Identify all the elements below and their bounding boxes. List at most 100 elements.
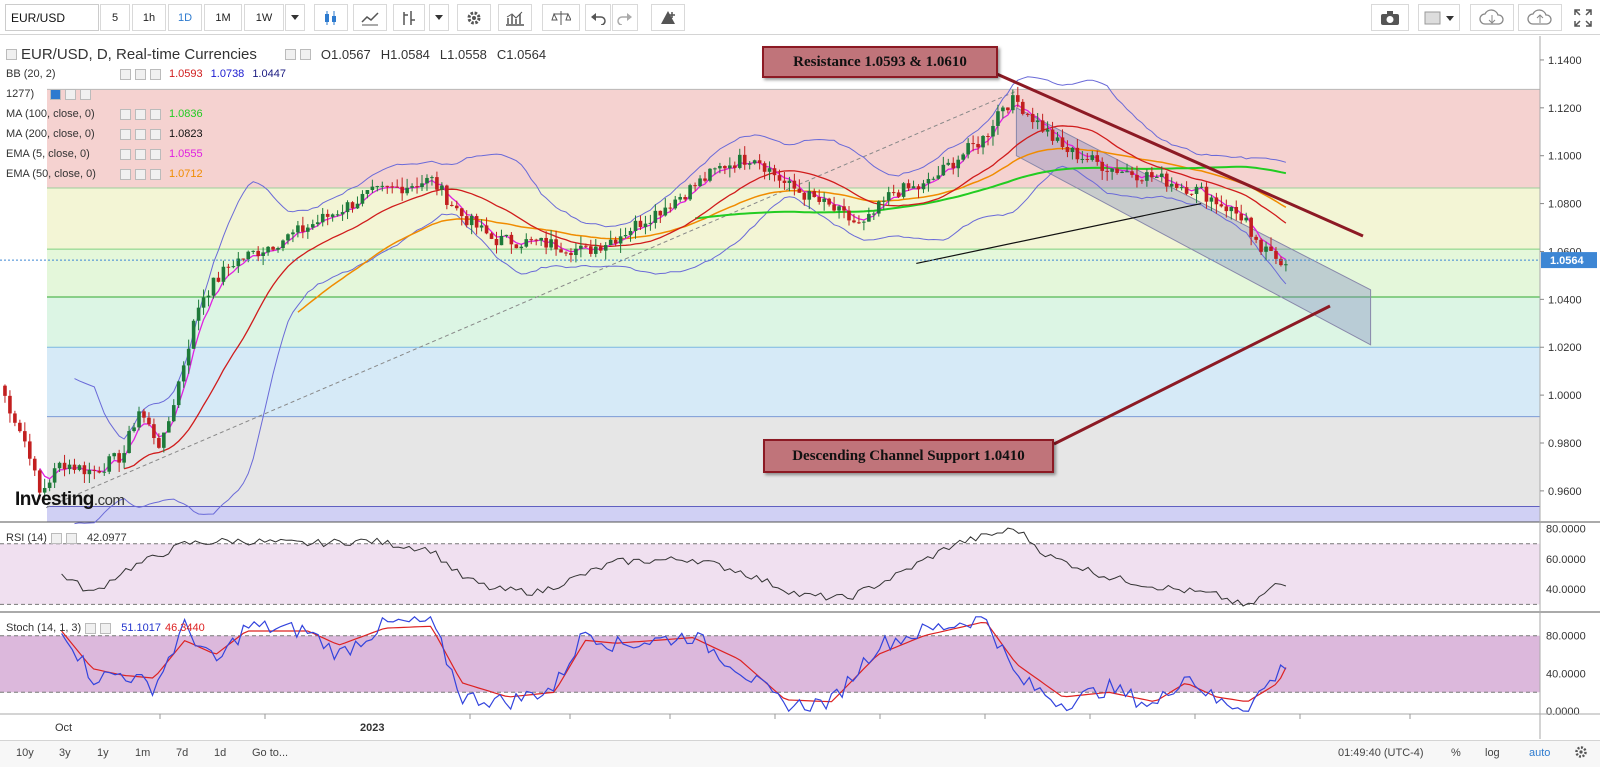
goto-button[interactable]: Go to... (252, 747, 288, 759)
settings-icon[interactable] (120, 68, 131, 80)
auto-toggle[interactable]: auto (1529, 747, 1550, 759)
range-3y[interactable]: 3y (59, 747, 71, 759)
rsi-tick-label: 60.0000 (1546, 554, 1586, 566)
candle-body (57, 462, 62, 469)
chevron-down-icon (291, 14, 299, 20)
eye-icon[interactable] (135, 128, 146, 140)
range-1m[interactable]: 1m (135, 747, 150, 759)
studies-button[interactable] (498, 4, 532, 31)
settings-icon[interactable] (120, 148, 131, 160)
interval-1d-button[interactable]: 1D (168, 4, 202, 31)
candle-body (916, 186, 921, 190)
stoch-tick-label: 0.0000 (1546, 706, 1580, 718)
candle-body (1194, 186, 1199, 194)
settings-button[interactable] (457, 4, 491, 31)
range-1y[interactable]: 1y (97, 747, 109, 759)
interval-5-button[interactable]: 5 (100, 4, 130, 31)
interval-1m-button[interactable]: 1M (204, 4, 242, 31)
interval-1w-button[interactable]: 1W (244, 4, 284, 31)
candle-body (360, 193, 365, 204)
bottom-settings-button[interactable] (1574, 745, 1588, 762)
eye-icon[interactable] (135, 168, 146, 180)
indicator-dropdown-button[interactable] (429, 4, 449, 31)
alert-button[interactable] (651, 4, 685, 31)
close-icon[interactable] (150, 148, 161, 160)
candle-body (1269, 246, 1273, 251)
price-tick-label: 0.9600 (1548, 486, 1582, 498)
settings-icon[interactable] (50, 532, 62, 544)
indicator-label: BB (20, 2) (6, 68, 56, 80)
range-1d[interactable]: 1d (214, 747, 226, 759)
range-7d[interactable]: 7d (176, 747, 188, 759)
cloud-upload-button[interactable] (1518, 4, 1562, 31)
indicator-value: 1.0447 (252, 68, 286, 80)
clock: 01:49:40 (UTC-4) (1338, 747, 1424, 759)
close-icon[interactable] (150, 68, 161, 80)
redo-button[interactable] (612, 4, 638, 31)
candle-body (137, 411, 141, 428)
candle-body (901, 183, 906, 197)
candle-body (847, 210, 851, 221)
fib-zone (47, 506, 1540, 522)
candle-body (226, 266, 231, 268)
settings-icon[interactable] (50, 88, 61, 100)
candle-body (589, 246, 593, 254)
eye-icon[interactable] (135, 148, 146, 160)
close-icon[interactable] (80, 88, 91, 100)
range-10y[interactable]: 10y (16, 747, 34, 759)
close-icon[interactable] (100, 622, 112, 634)
interval-1h-button[interactable]: 1h (132, 4, 166, 31)
close-icon[interactable] (150, 168, 161, 180)
snapshot-button[interactable] (1371, 4, 1409, 31)
indicator-value: 1.0738 (210, 68, 245, 80)
candle-body (872, 213, 876, 215)
stoch-band (0, 635, 1540, 693)
settings-icon[interactable] (284, 49, 296, 60)
close-icon[interactable] (150, 108, 161, 120)
close-icon[interactable] (150, 128, 161, 140)
rsi-tick-label: 40.0000 (1546, 584, 1586, 596)
compare-button[interactable] (542, 4, 580, 31)
candle-body (1219, 204, 1224, 207)
candle-body (554, 239, 558, 250)
chart-area[interactable]: 1.14001.12001.10001.08001.06001.04001.02… (0, 36, 1600, 739)
close-icon[interactable] (299, 49, 311, 60)
candle-body (1035, 120, 1040, 123)
log-toggle[interactable]: log (1485, 747, 1500, 759)
settings-icon[interactable] (120, 128, 131, 140)
indicator-legend-row: MA (100, close, 0) 1.0836 (6, 108, 203, 120)
support-annotation[interactable]: Descending Channel Support 1.0410 (763, 439, 1054, 473)
eye-icon[interactable] (135, 108, 146, 120)
indicator-button[interactable] (393, 4, 425, 31)
indicator-label: 1277) (6, 88, 35, 100)
color-picker-button[interactable] (1418, 4, 1460, 31)
resistance-annotation[interactable]: Resistance 1.0593 & 1.0610 (762, 46, 998, 78)
settings-icon[interactable] (120, 168, 131, 180)
close-icon[interactable] (65, 532, 77, 544)
candle-body (668, 207, 673, 209)
legend-toggle-icon[interactable] (6, 49, 17, 60)
fullscreen-button[interactable] (1568, 4, 1598, 31)
candle-body (1174, 183, 1179, 188)
candles-button[interactable] (314, 4, 348, 31)
candle-body (1020, 101, 1025, 114)
percent-toggle[interactable]: % (1451, 747, 1461, 759)
candle-body (713, 168, 717, 170)
candle-body (484, 225, 489, 234)
candle-body (330, 214, 335, 217)
line-chart-button[interactable] (353, 4, 387, 31)
undo-button[interactable] (585, 4, 611, 31)
candle-body (13, 413, 17, 423)
eye-icon[interactable] (135, 68, 146, 80)
time-tick-label: 2023 (360, 722, 384, 734)
eye-icon[interactable] (65, 88, 76, 100)
settings-icon[interactable] (120, 108, 131, 120)
candle-body (598, 246, 603, 251)
chart-svg[interactable]: 1.14001.12001.10001.08001.06001.04001.02… (0, 36, 1600, 739)
cloud-download-button[interactable] (1470, 4, 1514, 31)
symbol-input[interactable] (5, 4, 99, 31)
settings-icon[interactable] (85, 622, 97, 634)
interval-dropdown-button[interactable] (285, 4, 305, 31)
candle-body (1224, 206, 1229, 212)
candle-body (936, 175, 941, 179)
